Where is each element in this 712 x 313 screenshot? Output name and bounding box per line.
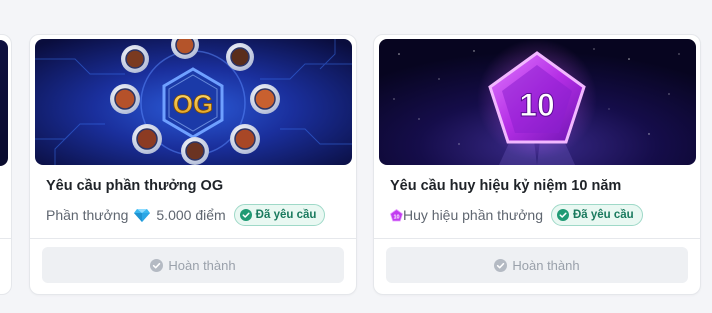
check-circle-icon <box>556 209 569 221</box>
reward-card-image <box>0 40 8 166</box>
10-year-badge-image: 10 <box>379 39 696 165</box>
svg-text:10: 10 <box>519 87 555 123</box>
diamond-icon <box>134 207 151 223</box>
status-badge-label: Đã yêu cầu <box>255 209 317 221</box>
card-title: Yêu cầu huy hiệu kỷ niệm 10 năm <box>390 178 622 194</box>
reward-card-previous[interactable] <box>0 34 12 295</box>
status-badge: Đã yêu cầu <box>550 204 643 226</box>
reward-row: Phần thưởng 5.000 điểm Đã yêu cầu <box>46 204 326 226</box>
complete-button-label: Hoàn thành <box>168 257 236 273</box>
reward-row: 10 Huy hiệu phần thưởng Đã yêu cầu <box>390 204 643 226</box>
reward-value: 5.000 điểm <box>156 207 226 223</box>
check-circle-icon <box>494 258 508 272</box>
check-circle-icon <box>239 209 252 221</box>
card-divider <box>30 238 356 239</box>
complete-button[interactable]: Hoàn thành <box>386 247 688 283</box>
reward-card-10-year[interactable]: 10 Yêu cầu huy hiệu kỷ niệm 10 năm 10 Hu… <box>373 34 701 295</box>
svg-text:OG: OG <box>173 89 213 119</box>
check-circle-icon <box>150 258 164 272</box>
pentagon-badge-icon: 10 <box>390 208 403 222</box>
status-badge: Đã yêu cầu <box>233 204 326 226</box>
complete-button-label: Hoàn thành <box>512 257 580 273</box>
reward-card-og[interactable]: OG Yêu cầu phần thưởng OG Phần thưởng 5.… <box>29 34 357 295</box>
reward-label: Huy hiệu phần thưởng <box>403 207 543 223</box>
card-divider <box>0 238 11 239</box>
rewards-carousel: OG Yêu cầu phần thưởng OG Phần thưởng 5.… <box>0 0 712 313</box>
reward-label: Phần thưởng <box>46 207 129 223</box>
complete-button[interactable]: Hoàn thành <box>42 247 344 283</box>
status-badge-label: Đã yêu cầu <box>572 209 634 221</box>
card-title: Yêu cầu phần thưởng OG <box>46 178 224 194</box>
svg-text:10: 10 <box>393 214 399 220</box>
card-divider <box>374 238 700 239</box>
og-reward-image: OG <box>35 39 352 165</box>
